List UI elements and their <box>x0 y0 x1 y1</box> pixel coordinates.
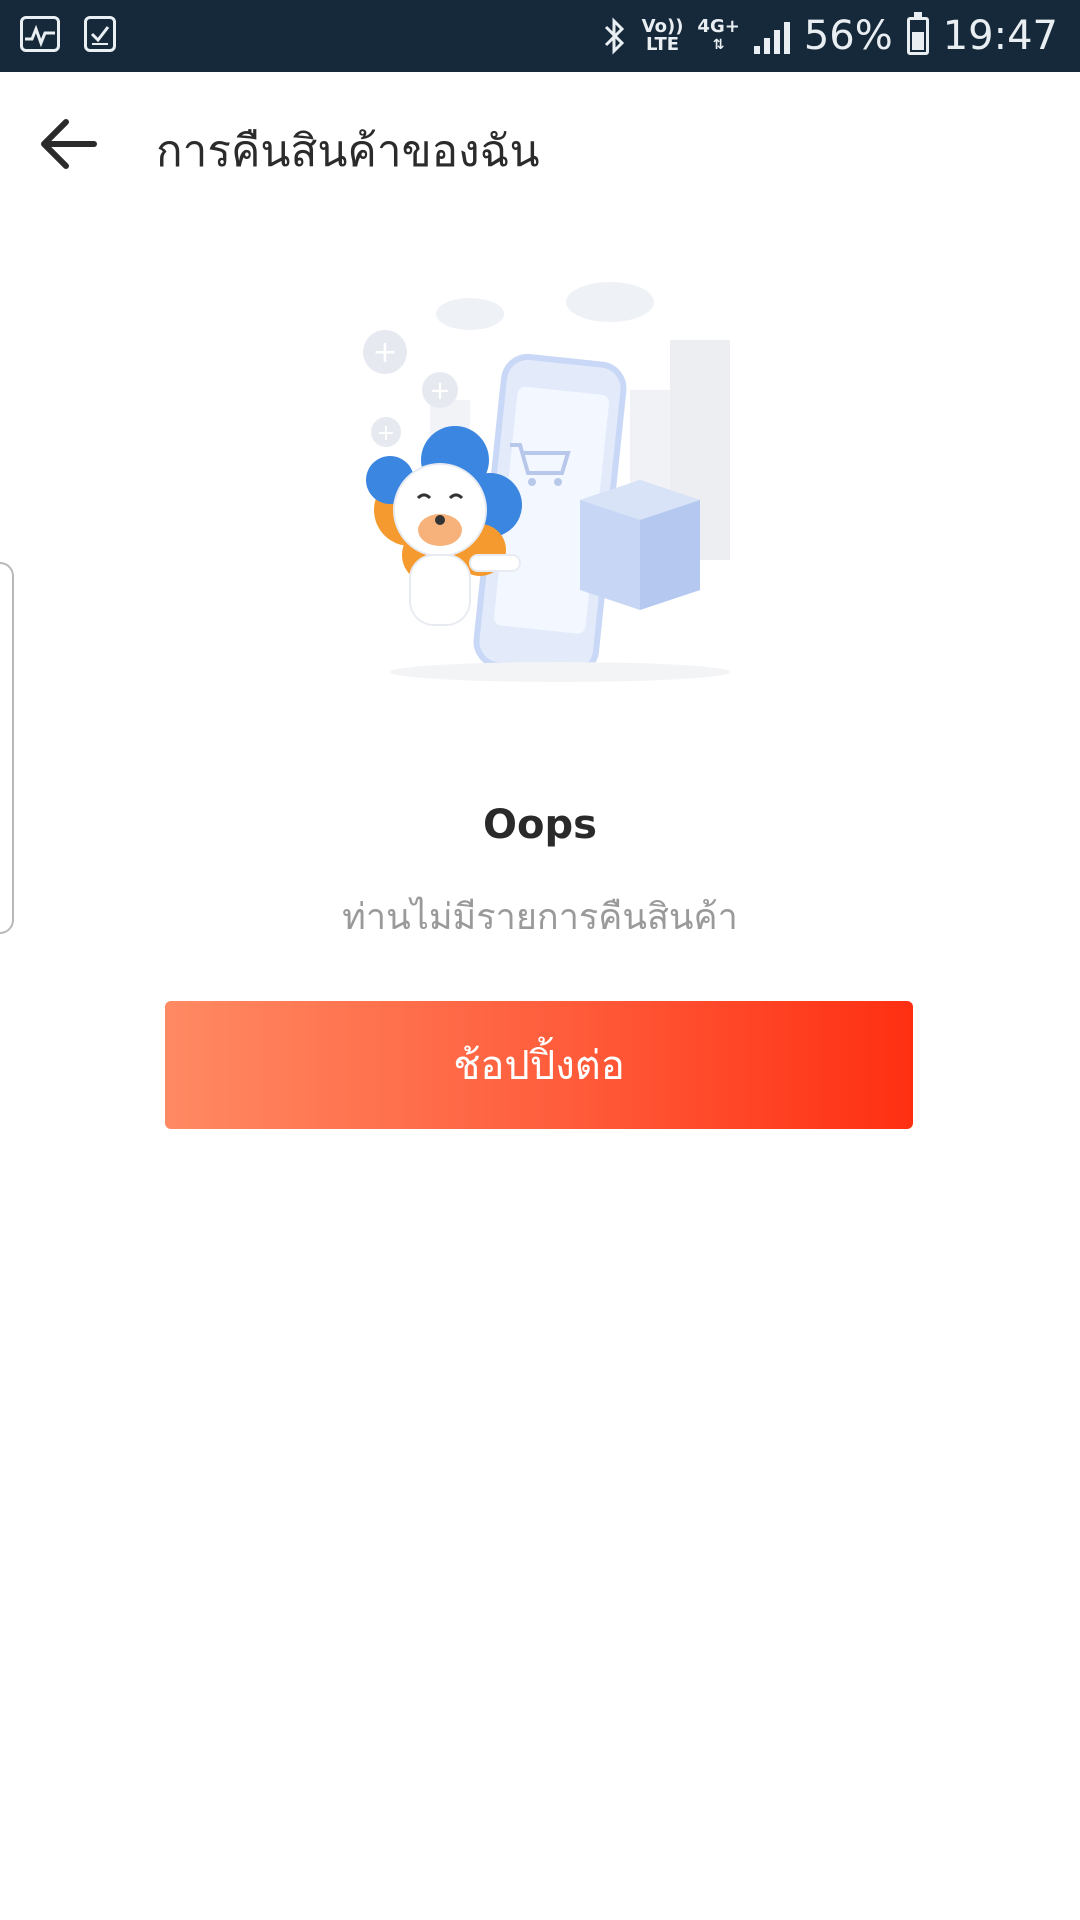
empty-illustration: + + + <box>340 270 760 690</box>
battery-percent: 56% <box>803 13 893 59</box>
task-check-icon <box>84 16 116 52</box>
svg-text:+: + <box>377 421 395 446</box>
lion-mascot-illustration: + + + <box>363 282 730 682</box>
data-type-indicator: 4G+ ⇅ <box>697 18 739 54</box>
empty-state-message: ท่านไม่มีรายการคืนสินค้า <box>342 897 738 938</box>
status-bar: Vo)) LTE 4G+ ⇅ 56% 19:47 <box>0 0 1080 72</box>
back-button[interactable] <box>36 116 106 172</box>
volte-bottom-label: LTE <box>646 34 680 55</box>
activity-icon <box>20 16 60 52</box>
svg-text:+: + <box>429 376 451 406</box>
clock: 19:47 <box>942 13 1058 59</box>
status-left-icons <box>20 16 116 52</box>
app-header: การคืนสินค้าของฉัน <box>0 72 1080 216</box>
edge-panel-handle[interactable] <box>0 562 14 934</box>
continue-shopping-button[interactable]: ช้อปปิ้งต่อ <box>165 1001 913 1129</box>
page-title: การคืนสินค้าของฉัน <box>156 126 540 177</box>
signal-icon <box>753 18 790 54</box>
volte-indicator: Vo)) LTE <box>642 18 684 54</box>
bluetooth-icon <box>604 17 624 55</box>
battery-icon <box>906 12 929 55</box>
data-type-label: 4G+ <box>697 16 740 37</box>
empty-state-title: Oops <box>483 802 597 848</box>
data-arrows-icon: ⇅ <box>712 37 725 53</box>
arrow-left-icon <box>41 119 97 169</box>
svg-text:+: + <box>372 335 397 370</box>
status-right-icons: Vo)) LTE 4G+ ⇅ 56% 19:47 <box>600 0 1058 72</box>
